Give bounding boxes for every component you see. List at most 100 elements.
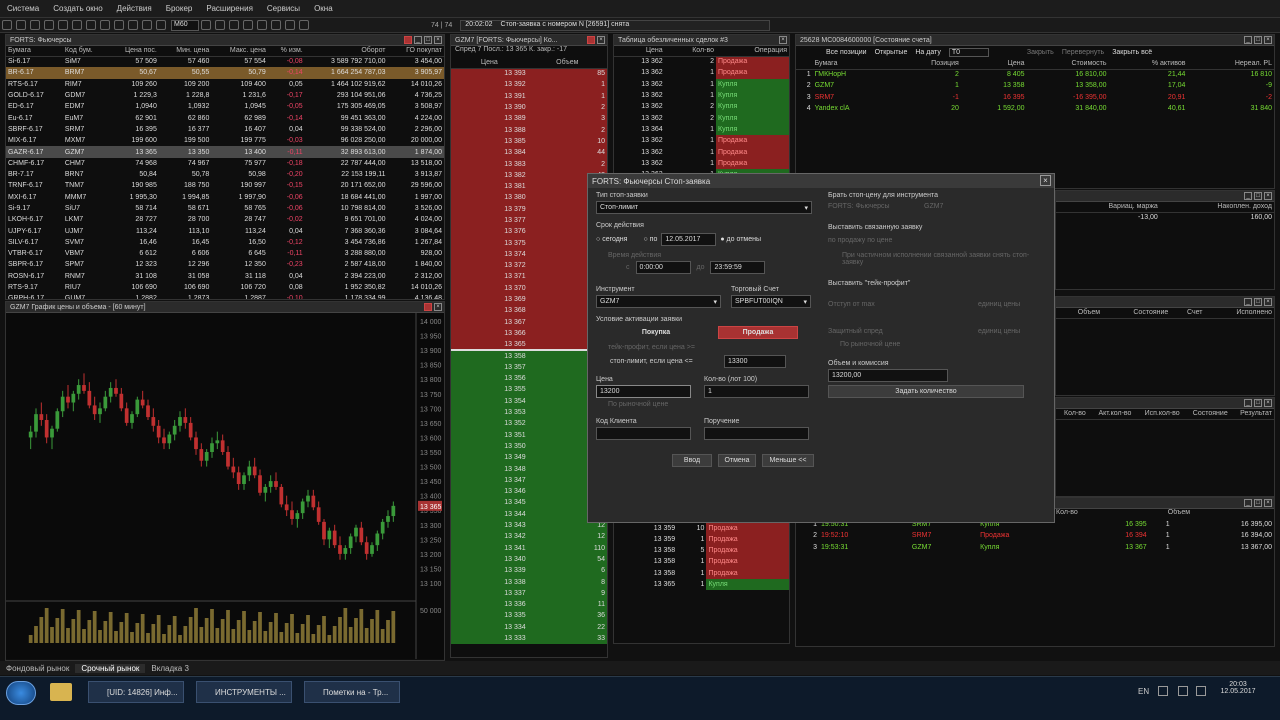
close-icon[interactable]: × [1264, 36, 1272, 44]
futures-col-header[interactable]: Мин. цена [158, 46, 212, 57]
futures-col-header[interactable]: Код бум. [62, 46, 109, 57]
grid-icon[interactable] [257, 20, 267, 30]
until-date-input[interactable]: 12.05.2017 [661, 233, 717, 246]
table-row[interactable]: VTBR-6.17 VBM7 6 612 6 606 6 645 -0,11 3 288 8… [6, 248, 444, 259]
orderbook-bid-row[interactable]: 13 34920 [451, 452, 607, 464]
table-row[interactable]: Si-6.17 SiM7 57 509 57 460 57 554 -0,08 3 589 … [6, 56, 444, 67]
position-row[interactable]: 4 Yandex clA 20 1 592,00 31 840,00 40,61 31 84… [796, 103, 1274, 114]
filter-open-radio[interactable]: Открытые [875, 49, 908, 56]
table-row[interactable]: SBPR-6.17 SPM7 12 323 12 296 12 350 -0,23 2 58… [6, 259, 444, 270]
cancel-button[interactable]: Отмена [718, 454, 756, 467]
orderbook-bid-row[interactable]: 13 335 36 [451, 610, 607, 622]
qty-input[interactable]: 1 [704, 385, 809, 398]
network-icon[interactable] [1178, 686, 1188, 696]
tp-market-checkbox[interactable]: По рыночной цене [828, 341, 1048, 348]
instrument-select[interactable]: GZM7 ▾ [596, 295, 721, 308]
report-icon[interactable] [142, 20, 152, 30]
menu-item-2[interactable]: Действия [110, 4, 159, 13]
maximize-icon[interactable]: □ [1254, 36, 1262, 44]
pencil-icon[interactable] [299, 20, 309, 30]
add-icon[interactable] [201, 20, 211, 30]
menu-item-5[interactable]: Сервисы [260, 4, 307, 13]
orderbook-ask-row[interactable]: 13 36610 [451, 327, 607, 340]
menu-item-3[interactable]: Брокер [159, 4, 200, 13]
orderbook-bid-row[interactable]: 13 35121 [451, 429, 607, 441]
orderbook-ask-row[interactable]: 13 37720 [451, 214, 607, 227]
minimize-icon[interactable]: _ [1244, 298, 1252, 306]
reverse-button[interactable]: Перевернуть [1062, 49, 1104, 56]
position-row[interactable]: 3 SRM7 -1 16 395 -16 395,00 20,91 -2 [796, 92, 1274, 103]
menu-item-0[interactable]: Система [0, 4, 46, 13]
orderbook-ask-row[interactable]: 13 38029 [451, 192, 607, 204]
orderbook-bid-row[interactable]: 13 338 8 [451, 576, 607, 588]
price-chart[interactable]: 14 000 13 950 13 900 13 850 13 800 13 750 13 7… [6, 313, 444, 659]
orderbook-ask-row[interactable]: 13 3762 [451, 226, 607, 238]
date-select[interactable]: T0 [948, 48, 989, 57]
filter-all-radio[interactable]: Все позиции [826, 49, 867, 56]
right-code-select[interactable]: GZM7 [924, 203, 943, 210]
maximize-icon[interactable]: □ [1254, 399, 1262, 407]
orderbook-bid-row[interactable]: 13 35712 [451, 361, 607, 374]
orderbook-ask-row[interactable]: 13 393 85 [451, 68, 607, 80]
table-row[interactable]: UJPY-6.17 UJM7 113,24 113,10 113,24 0,04 7 368… [6, 225, 444, 236]
minimize-icon[interactable]: _ [1244, 499, 1252, 507]
close-button[interactable]: Закрыть [1027, 49, 1054, 56]
position-row[interactable]: 1 ГМКНорН 2 8 405 16 810,00 21,44 16 810 [796, 69, 1274, 80]
orderbook-ask-row[interactable]: 13 3693 [451, 293, 607, 306]
tp-offset-units[interactable]: единиц цены [978, 301, 1020, 308]
futures-col-header[interactable]: % изм. [267, 46, 305, 57]
orderbook-bid-row[interactable]: 13 350130 [451, 440, 607, 453]
commission-input[interactable] [704, 427, 809, 440]
orderbook-ask-row[interactable]: 13 383 2 [451, 158, 607, 170]
orderbook-ask-row[interactable]: 13 37010 [451, 282, 607, 294]
orderbook-ask-row[interactable]: 13 388 2 [451, 124, 607, 136]
market-price-checkbox[interactable]: По рыночной цене [596, 401, 816, 408]
table-row[interactable]: MXI-6.17 MMM7 1 995,30 1 994,85 1 997,90 -0,0… [6, 192, 444, 203]
new-icon[interactable] [2, 20, 12, 30]
maximize-icon[interactable]: □ [1254, 499, 1262, 507]
close-icon[interactable]: × [1264, 499, 1272, 507]
taskbar-item-notes[interactable]: Пометки на - Тр... [304, 681, 400, 703]
table-icon[interactable] [58, 20, 68, 30]
menu-item-4[interactable]: Расширения [199, 4, 260, 13]
save-icon[interactable] [30, 20, 40, 30]
deal-row[interactable]: 3 19:53:31 GZM7 Купля 13 367 1 13 367,00 [796, 542, 1274, 553]
orderbook-bid-row[interactable]: 13 34510 [451, 497, 607, 509]
orderbook-ask-row[interactable]: 13 3745 [451, 248, 607, 261]
orderbook-bid-row[interactable]: 13 3545 [451, 395, 607, 407]
volume-icon[interactable] [1196, 686, 1206, 696]
orderbook-ask-row[interactable]: 13 384 44 [451, 147, 607, 159]
menu-item-1[interactable]: Создать окно [46, 4, 109, 13]
fit-icon[interactable] [243, 20, 253, 30]
orderbook-ask-row[interactable]: 13 3685 [451, 305, 607, 317]
today-radio[interactable]: ○ сегодня [596, 236, 627, 243]
tool-icon[interactable] [128, 20, 138, 30]
table-row[interactable]: GRPH-6.17 GUM7 1 2882 1 2873 1 2887 -0,10 1 17… [6, 293, 444, 299]
sell-button[interactable]: Продажа [718, 326, 798, 339]
zoom-icon[interactable] [229, 20, 239, 30]
orderbook-ask-row[interactable]: 13 3728 [451, 260, 607, 272]
orderbook-bid-row[interactable]: 13 3563 [451, 373, 607, 385]
pin-icon[interactable] [404, 36, 412, 44]
orderbook-bid-row[interactable]: 13 334 22 [451, 621, 607, 633]
until-cancel-radio[interactable]: ● до отмены [720, 236, 761, 243]
orderbook-ask-row[interactable]: 13 37916 [451, 203, 607, 215]
submit-button[interactable]: Ввод [672, 454, 712, 467]
language-indicator[interactable]: EN [1138, 687, 1149, 696]
orderbook-ask-row[interactable]: 13 3673 [451, 316, 607, 328]
stop-price-input[interactable]: 13300 [724, 355, 786, 368]
futures-col-header[interactable]: Оборот [304, 46, 388, 57]
table-row[interactable]: Si-9.17 SiU7 58 714 58 671 58 765 -0,06 10 798… [6, 203, 444, 214]
orderbook-icon[interactable] [86, 20, 96, 30]
position-row[interactable]: 2 GZM7 1 13 358 13 358,00 17,04 -9 [796, 80, 1274, 91]
hand-icon[interactable] [271, 20, 281, 30]
orderbook-bid-row[interactable]: 13 3584 [451, 349, 607, 362]
tp-spread-units[interactable]: единиц цены [978, 328, 1020, 335]
close-icon[interactable]: × [597, 36, 605, 44]
until-radio[interactable]: ○ по [643, 236, 657, 243]
type-select[interactable]: Стоп-лимит ▾ [596, 201, 812, 214]
orderbook-ask-row[interactable]: 13 3713 [451, 271, 607, 283]
taskbar-item-info[interactable]: [UID: 14826] Инф... [88, 681, 184, 703]
price-input[interactable]: 13200 [596, 385, 691, 398]
close-icon[interactable]: × [779, 36, 787, 44]
